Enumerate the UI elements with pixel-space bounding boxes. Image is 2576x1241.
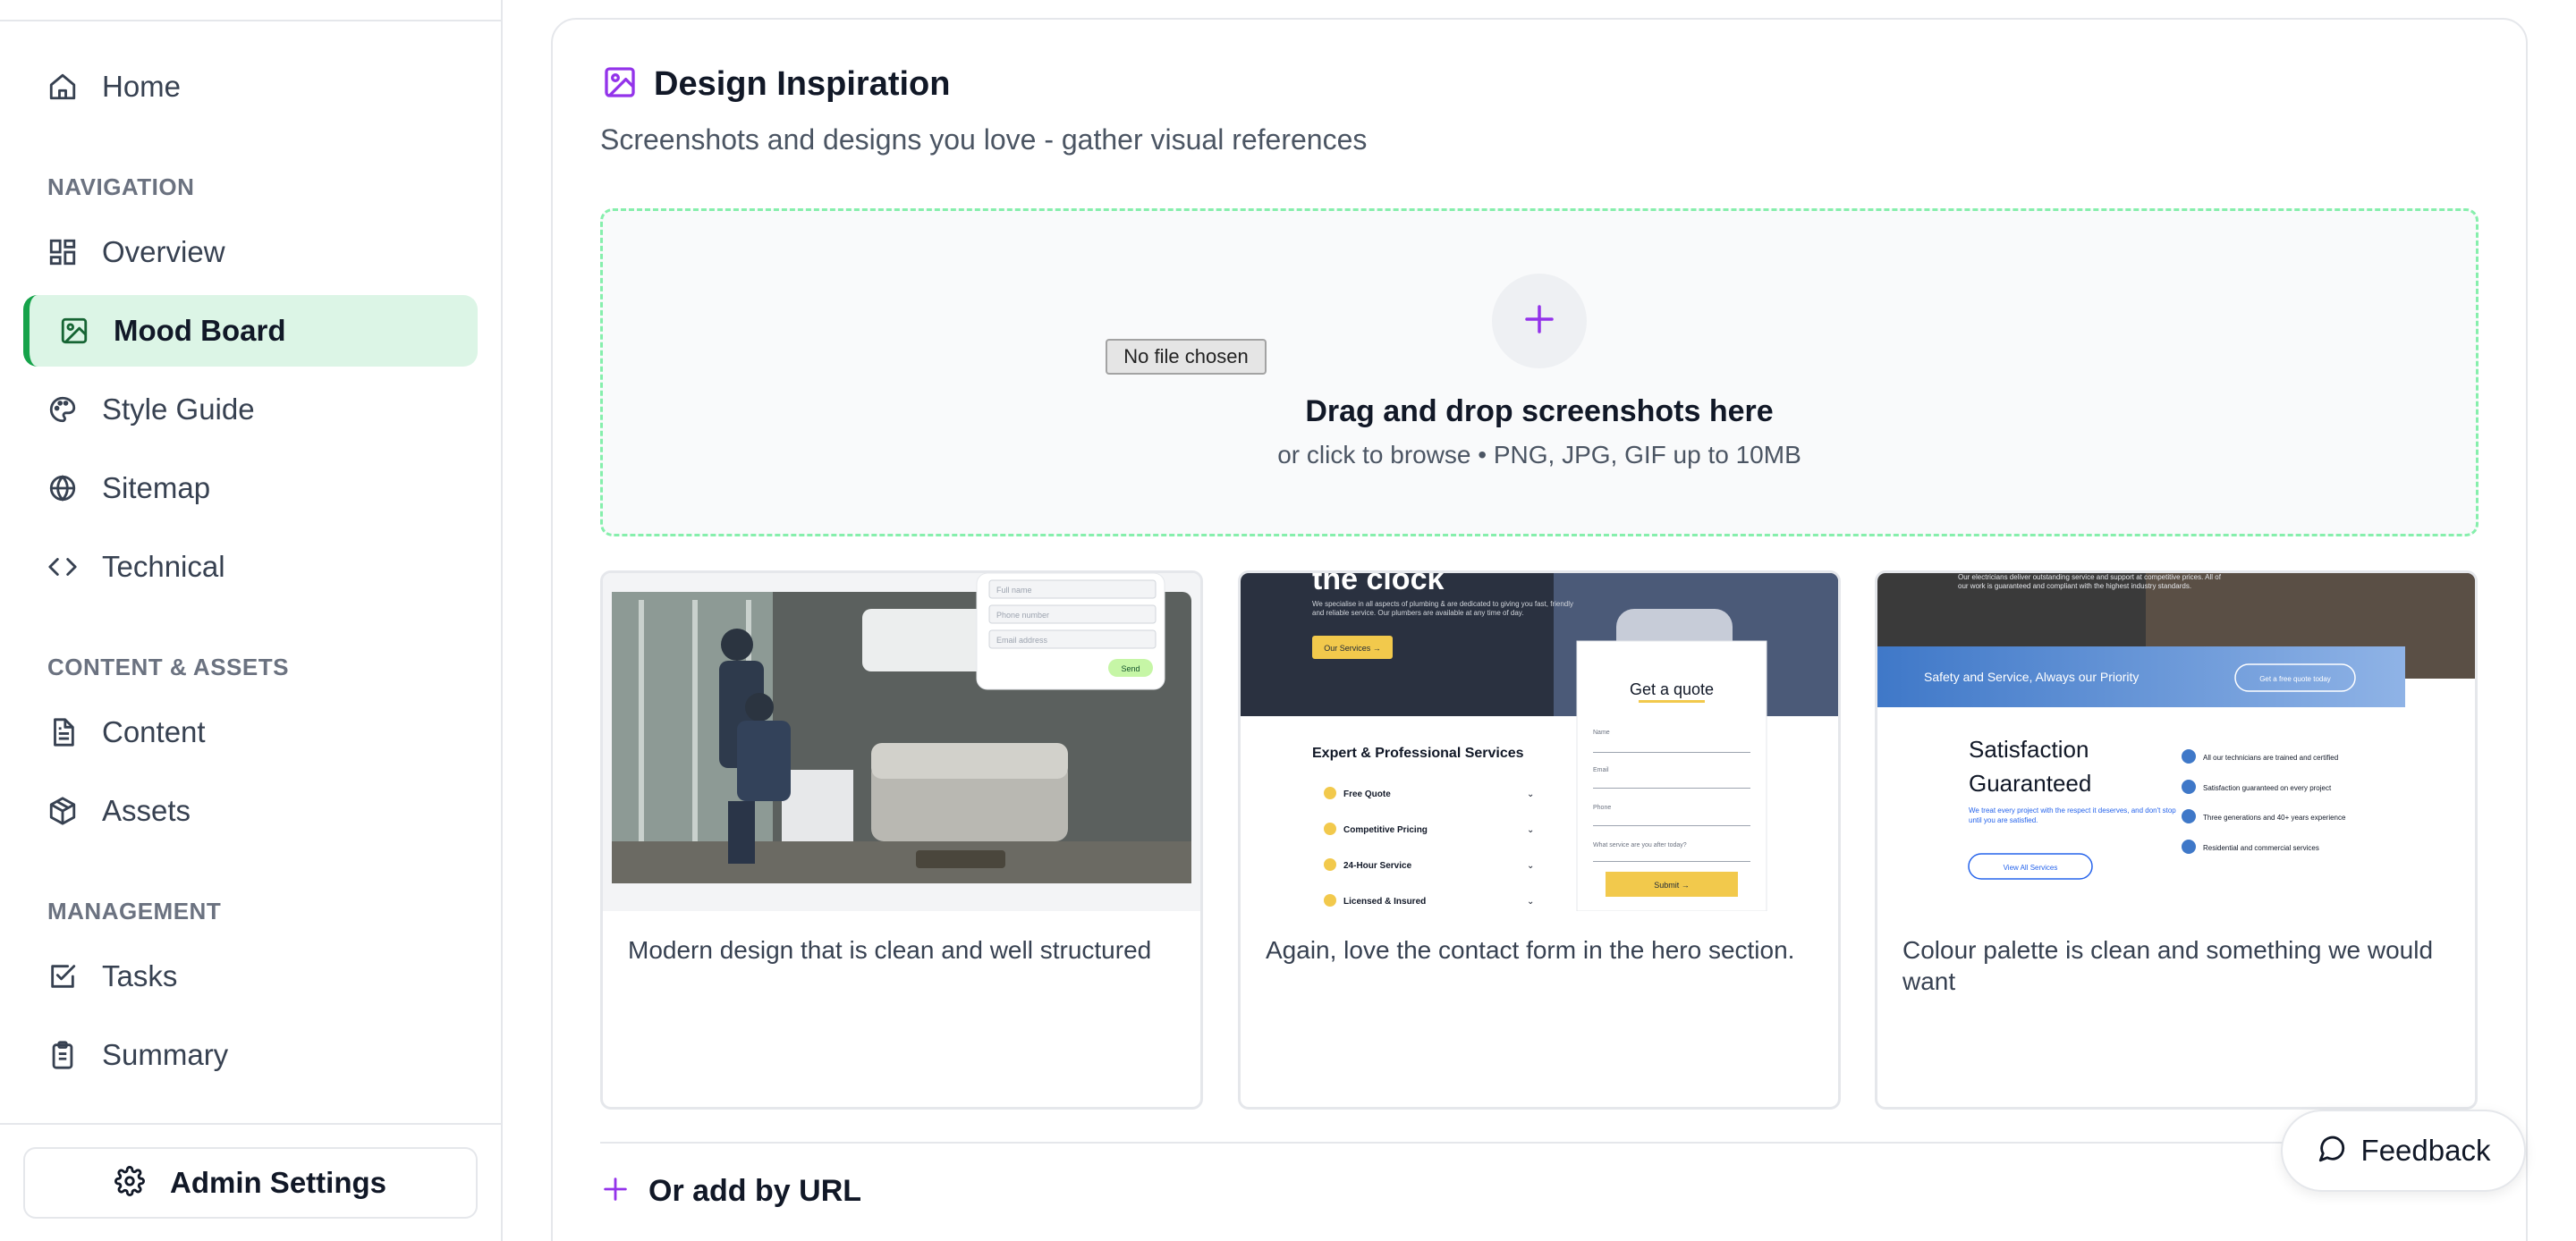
thumb-top-text: Our electricians deliver outstanding ser…	[1958, 573, 2221, 590]
thumb-quote-field: Phone	[1593, 805, 1611, 811]
section-header: Design Inspiration	[602, 64, 950, 105]
sidebar-item-mood-board[interactable]: Mood Board	[23, 295, 478, 367]
sidebar-item-style-guide[interactable]: Style Guide	[23, 374, 478, 445]
sidebar: Home NAVIGATION Overview Mood Board Styl…	[0, 0, 503, 1241]
sidebar-item-label: Assets	[102, 794, 191, 827]
sidebar-item-assets[interactable]: Assets	[23, 775, 478, 847]
thumb-quote-field: Name	[1593, 730, 1610, 736]
thumb-service-item: Licensed & Insured	[1343, 897, 1426, 907]
thumb-services-button: Our Services →	[1324, 644, 1381, 653]
sidebar-item-label: Overview	[102, 235, 225, 268]
feedback-button[interactable]: Feedback	[2281, 1110, 2526, 1192]
inspiration-caption: Again, love the contact form in the hero…	[1266, 936, 1795, 964]
upload-title: Drag and drop screenshots here	[1305, 394, 1774, 428]
admin-settings-label: Admin Settings	[169, 1166, 386, 1199]
sidebar-divider	[0, 1123, 501, 1125]
thumb-quote-field: Email	[1593, 767, 1609, 773]
thumb-send-button: Send	[1121, 664, 1140, 673]
thumb-service-item: Competitive Pricing	[1343, 825, 1428, 835]
inspiration-caption: Modern design that is clean and well str…	[628, 936, 1152, 964]
thumb-banner-text: Safety and Service, Always our Priority	[1924, 670, 2139, 684]
thumb-quote-title: Get a quote	[1630, 680, 1714, 698]
home-icon	[47, 71, 79, 103]
chat-bubble-icon	[2317, 1134, 2347, 1169]
code-icon	[47, 551, 79, 583]
plus-icon	[1521, 300, 1558, 342]
section-heading-management: MANAGEMENT	[47, 898, 222, 924]
inspiration-thumbnail: Our electricians deliver outstanding ser…	[1877, 573, 2475, 911]
sidebar-item-label: Mood Board	[114, 314, 286, 347]
chevron-down-icon: ⌄	[1527, 897, 1534, 907]
thumb-quote-field: What service are you after today?	[1593, 842, 1687, 848]
thumb-heading-line: Satisfaction	[1969, 736, 2089, 763]
sidebar-item-label: Style Guide	[102, 393, 255, 426]
sidebar-item-label: Home	[102, 70, 182, 103]
palette-icon	[47, 393, 79, 426]
sidebar-item-label: Summary	[102, 1038, 229, 1071]
sidebar-item-content[interactable]: Content	[23, 696, 478, 768]
admin-settings-button[interactable]: Admin Settings	[23, 1147, 478, 1219]
upload-hint: or click to browse • PNG, JPG, GIF up to…	[1277, 441, 1801, 469]
sidebar-item-tasks[interactable]: Tasks	[23, 941, 478, 1012]
inspiration-card[interactable]: the clock We specialise in all aspects o…	[1238, 570, 1841, 1110]
dashboard-icon	[47, 236, 79, 268]
sidebar-item-label: Tasks	[102, 959, 178, 992]
inspiration-thumbnail: Full name Phone number Email address Sen…	[603, 573, 1200, 911]
thumb-service-item: Free Quote	[1343, 789, 1391, 799]
thumb-blurb: We specialise in all aspects of plumbing…	[1312, 600, 1574, 617]
thumb-heading: the clock	[1312, 573, 1444, 596]
sidebar-item-label: Technical	[102, 550, 225, 583]
sidebar-item-label: Content	[102, 715, 206, 748]
plus-icon	[600, 1174, 631, 1209]
page-subtitle: Screenshots and designs you love - gathe…	[600, 123, 1368, 156]
chevron-down-icon: ⌄	[1527, 789, 1534, 799]
sidebar-item-technical[interactable]: Technical	[23, 531, 478, 603]
sidebar-item-summary[interactable]: Summary	[23, 1019, 478, 1091]
image-icon	[602, 64, 638, 105]
section-heading-content-assets: CONTENT & ASSETS	[47, 654, 289, 680]
page-title: Design Inspiration	[654, 65, 951, 103]
thumb-field-phone: Phone number	[996, 611, 1049, 620]
gear-icon	[114, 1165, 145, 1201]
file-input-button[interactable]: No file chosen	[1106, 339, 1267, 375]
inspiration-thumbnail: the clock We specialise in all aspects o…	[1241, 573, 1838, 911]
feedback-label: Feedback	[2360, 1134, 2491, 1167]
thumb-heading-line: Guaranteed	[1969, 770, 2091, 797]
sidebar-item-overview[interactable]: Overview	[23, 216, 478, 288]
thumb-submit-button: Submit →	[1654, 881, 1690, 890]
thumb-blurb: We treat every project with the respect …	[1969, 806, 2176, 824]
package-icon	[47, 795, 79, 827]
inspiration-card[interactable]: Our electricians deliver outstanding ser…	[1875, 570, 2478, 1110]
document-icon	[47, 716, 79, 748]
add-by-url-label: Or add by URL	[648, 1174, 862, 1208]
divider	[600, 1142, 2479, 1144]
thumb-bullet: Residential and commercial services	[2203, 844, 2319, 852]
sidebar-item-home[interactable]: Home	[23, 51, 478, 122]
sidebar-item-label: Sitemap	[102, 471, 211, 504]
thumb-bullet: Three generations and 40+ years experien…	[2203, 814, 2346, 822]
chevron-down-icon: ⌄	[1527, 825, 1534, 835]
clipboard-icon	[47, 1039, 79, 1071]
thumb-bullet: All our technicians are trained and cert…	[2203, 754, 2338, 762]
thumb-field-email: Email address	[996, 636, 1048, 645]
thumb-service-item: 24-Hour Service	[1343, 861, 1412, 871]
section-heading-navigation: NAVIGATION	[47, 173, 195, 200]
thumb-bullet: Satisfaction guaranteed on every project	[2203, 784, 2332, 792]
thumb-field-name: Full name	[996, 586, 1032, 595]
sidebar-divider	[0, 20, 501, 21]
upload-dropzone[interactable]	[600, 208, 2479, 536]
thumb-banner-button: Get a free quote today	[2259, 675, 2331, 683]
checkbox-icon	[47, 960, 79, 992]
sidebar-item-sitemap[interactable]: Sitemap	[23, 452, 478, 524]
upload-plus-button[interactable]	[1492, 274, 1587, 368]
thumb-link-button: View All Services	[2004, 864, 2058, 872]
thumb-services-title: Expert & Professional Services	[1312, 746, 1524, 761]
chevron-down-icon: ⌄	[1527, 861, 1534, 871]
inspiration-card[interactable]: Full name Phone number Email address Sen…	[600, 570, 1203, 1110]
globe-icon	[47, 472, 79, 504]
image-icon	[58, 315, 90, 347]
inspiration-caption: Colour palette is clean and something we…	[1902, 936, 2434, 995]
add-by-url-toggle[interactable]: Or add by URL	[600, 1174, 861, 1209]
